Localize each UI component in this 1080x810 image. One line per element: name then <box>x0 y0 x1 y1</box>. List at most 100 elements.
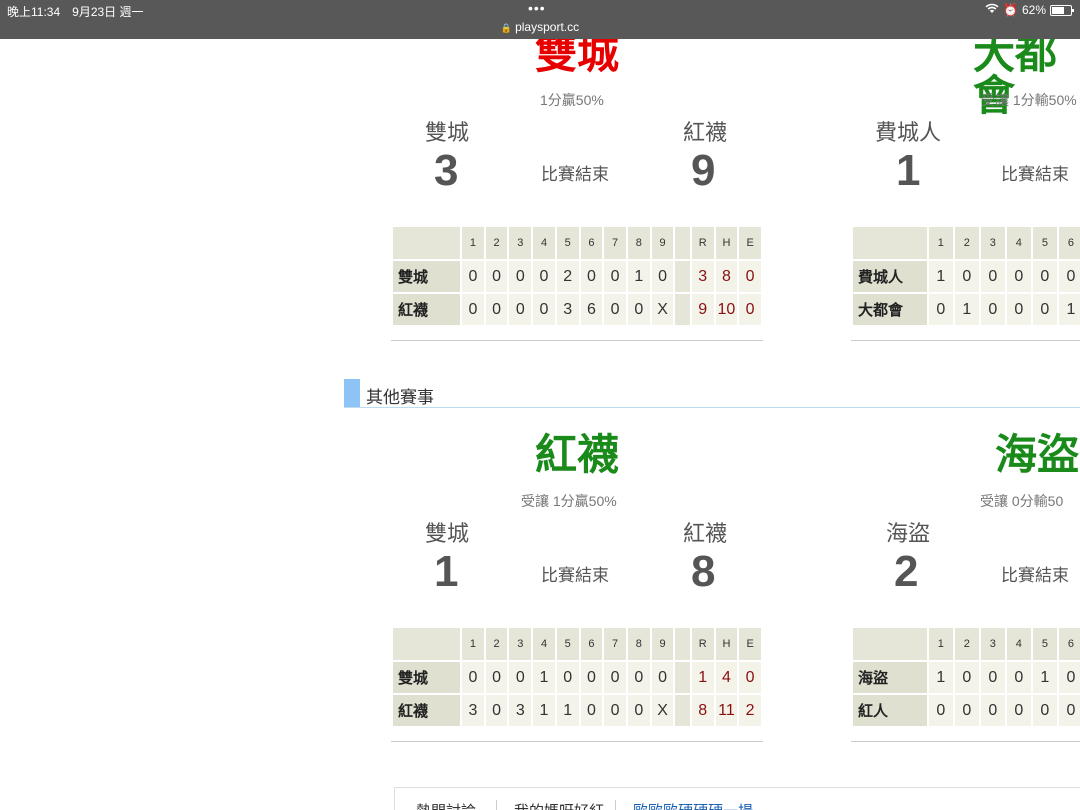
inning-header: 8 <box>625 225 652 261</box>
runs-cell: 3 <box>689 259 716 294</box>
hits-cell: 10 <box>713 292 740 327</box>
inning-header: 1 <box>460 225 486 261</box>
inning-cell: 3 <box>507 693 534 728</box>
inning-header: 7 <box>602 225 628 261</box>
row-team: 紅襪 <box>390 693 463 728</box>
inning-cell: 0 <box>483 660 510 695</box>
row-team: 費城人 <box>851 259 929 294</box>
inning-cell: 0 <box>531 259 557 294</box>
inning-header: 8 <box>625 626 652 662</box>
inning-cell: 1 <box>1056 292 1080 327</box>
game-status: 比賽結束 <box>1001 566 1069 585</box>
inning-cell: 0 <box>1004 292 1033 327</box>
inning-cell: 0 <box>460 660 486 695</box>
inning-header: 3 <box>978 626 1007 662</box>
inning-cell: 0 <box>602 259 628 294</box>
inning-header: 3 <box>507 626 534 662</box>
gap-cell <box>673 660 692 695</box>
section-title: 其他賽事 <box>366 388 434 407</box>
inning-cell: 0 <box>952 259 981 294</box>
inning-header: 4 <box>1004 626 1033 662</box>
inning-cell: 1 <box>554 693 581 728</box>
inning-header: 9 <box>649 626 676 662</box>
tab-hot-discussion[interactable]: 熱門討論 <box>416 800 476 810</box>
inning-cell: 1 <box>625 259 652 294</box>
inning-header: 5 <box>1030 225 1059 261</box>
inning-header: 4 <box>531 225 557 261</box>
inning-cell: 0 <box>483 259 510 294</box>
box-score-table: 1 2 3 4 5 6 7 8 9 R H E 雙城 0 0 0 0 2 0 0… <box>390 225 763 327</box>
inning-cell: 6 <box>578 292 605 327</box>
table-row: 海盜 1 0 0 0 1 0 0 <box>851 660 1080 695</box>
away-team-name: 海盜 <box>886 521 931 546</box>
divider <box>851 340 1080 341</box>
rhe-header: H <box>713 225 740 261</box>
inning-header: 4 <box>531 626 557 662</box>
table-row: 大都會 0 1 0 0 0 1 0 <box>851 292 1080 327</box>
inning-cell: 0 <box>554 660 581 695</box>
table-row: 紅人 0 0 0 0 0 0 0 <box>851 693 1080 728</box>
inning-cell: 0 <box>602 660 628 695</box>
game-status: 比賽結束 <box>541 165 609 184</box>
errors-cell: 0 <box>737 259 763 294</box>
home-team-name: 紅襪 <box>683 120 728 145</box>
inning-cell: 0 <box>578 693 605 728</box>
runs-cell: 1 <box>689 660 716 695</box>
inning-cell: 1 <box>926 660 955 695</box>
divider <box>391 741 763 742</box>
gap-cell <box>673 693 692 728</box>
inning-cell: 0 <box>1004 693 1033 728</box>
inning-cell: 0 <box>531 292 557 327</box>
runs-cell: 8 <box>689 693 716 728</box>
away-team-name: 雙城 <box>425 521 470 546</box>
inning-cell: 1 <box>1030 660 1059 695</box>
inning-cell: 0 <box>625 660 652 695</box>
inning-cell: 0 <box>1030 292 1059 327</box>
inning-cell: 0 <box>1030 693 1059 728</box>
inning-cell: 3 <box>460 693 486 728</box>
inning-cell: 0 <box>978 259 1007 294</box>
more-dots-icon[interactable]: ••• <box>528 0 546 16</box>
inning-header: 1 <box>460 626 486 662</box>
away-score: 1 <box>434 547 459 596</box>
inning-cell: 0 <box>1056 693 1080 728</box>
table-row: 費城人 1 0 0 0 0 0 0 <box>851 259 1080 294</box>
discussion-tabs: 熱門討論 我的媽呀好紅 歐歐歐硬硬硬一場 <box>394 787 1080 810</box>
row-team: 海盜 <box>851 660 929 695</box>
inning-cell: 0 <box>978 292 1007 327</box>
row-team: 大都會 <box>851 292 929 327</box>
box-score-table: 1 2 3 4 5 6 7 8 9 R H E 雙城 0 0 0 1 0 0 0… <box>390 626 763 728</box>
errors-cell: 0 <box>737 292 763 327</box>
clock-date: 晚上11:34 9月23日 週一 <box>7 5 144 19</box>
pick-odds: 受讓 0分輸50 <box>980 493 1064 509</box>
header-blank <box>390 626 463 662</box>
inning-cell: X <box>649 292 676 327</box>
inning-cell: 3 <box>554 292 581 327</box>
inning-cell: 0 <box>483 693 510 728</box>
inning-cell: 0 <box>507 259 534 294</box>
inning-cell: 0 <box>926 693 955 728</box>
home-score: 9 <box>691 146 716 195</box>
inning-cell: 0 <box>507 292 534 327</box>
pick-team-name: 紅襪 <box>535 434 619 476</box>
status-icons: ⏰ 62% <box>985 3 1074 17</box>
alarm-icon: ⏰ <box>1003 3 1018 17</box>
status-bar: 晚上11:34 9月23日 週一 ••• 🔒 playsport.cc ⏰ 62% <box>0 0 1080 39</box>
address-bar[interactable]: 🔒 playsport.cc <box>0 20 1080 34</box>
row-team: 紅人 <box>851 693 929 728</box>
tab-my-gosh[interactable]: 我的媽呀好紅 <box>514 800 604 810</box>
inning-cell: 0 <box>978 660 1007 695</box>
game-status: 比賽結束 <box>1001 165 1069 184</box>
inning-cell: 0 <box>578 660 605 695</box>
inning-header: 6 <box>578 626 605 662</box>
inning-header: 2 <box>952 225 981 261</box>
hits-cell: 11 <box>713 693 740 728</box>
url-text: playsport.cc <box>515 20 580 34</box>
inning-cell: 0 <box>1004 259 1033 294</box>
inning-header: 6 <box>1056 626 1080 662</box>
hits-cell: 4 <box>713 660 740 695</box>
tab-link-article[interactable]: 歐歐歐硬硬硬一場 <box>633 800 753 810</box>
header-blank <box>851 225 929 261</box>
inning-cell: 1 <box>926 259 955 294</box>
inning-cell: 0 <box>926 292 955 327</box>
